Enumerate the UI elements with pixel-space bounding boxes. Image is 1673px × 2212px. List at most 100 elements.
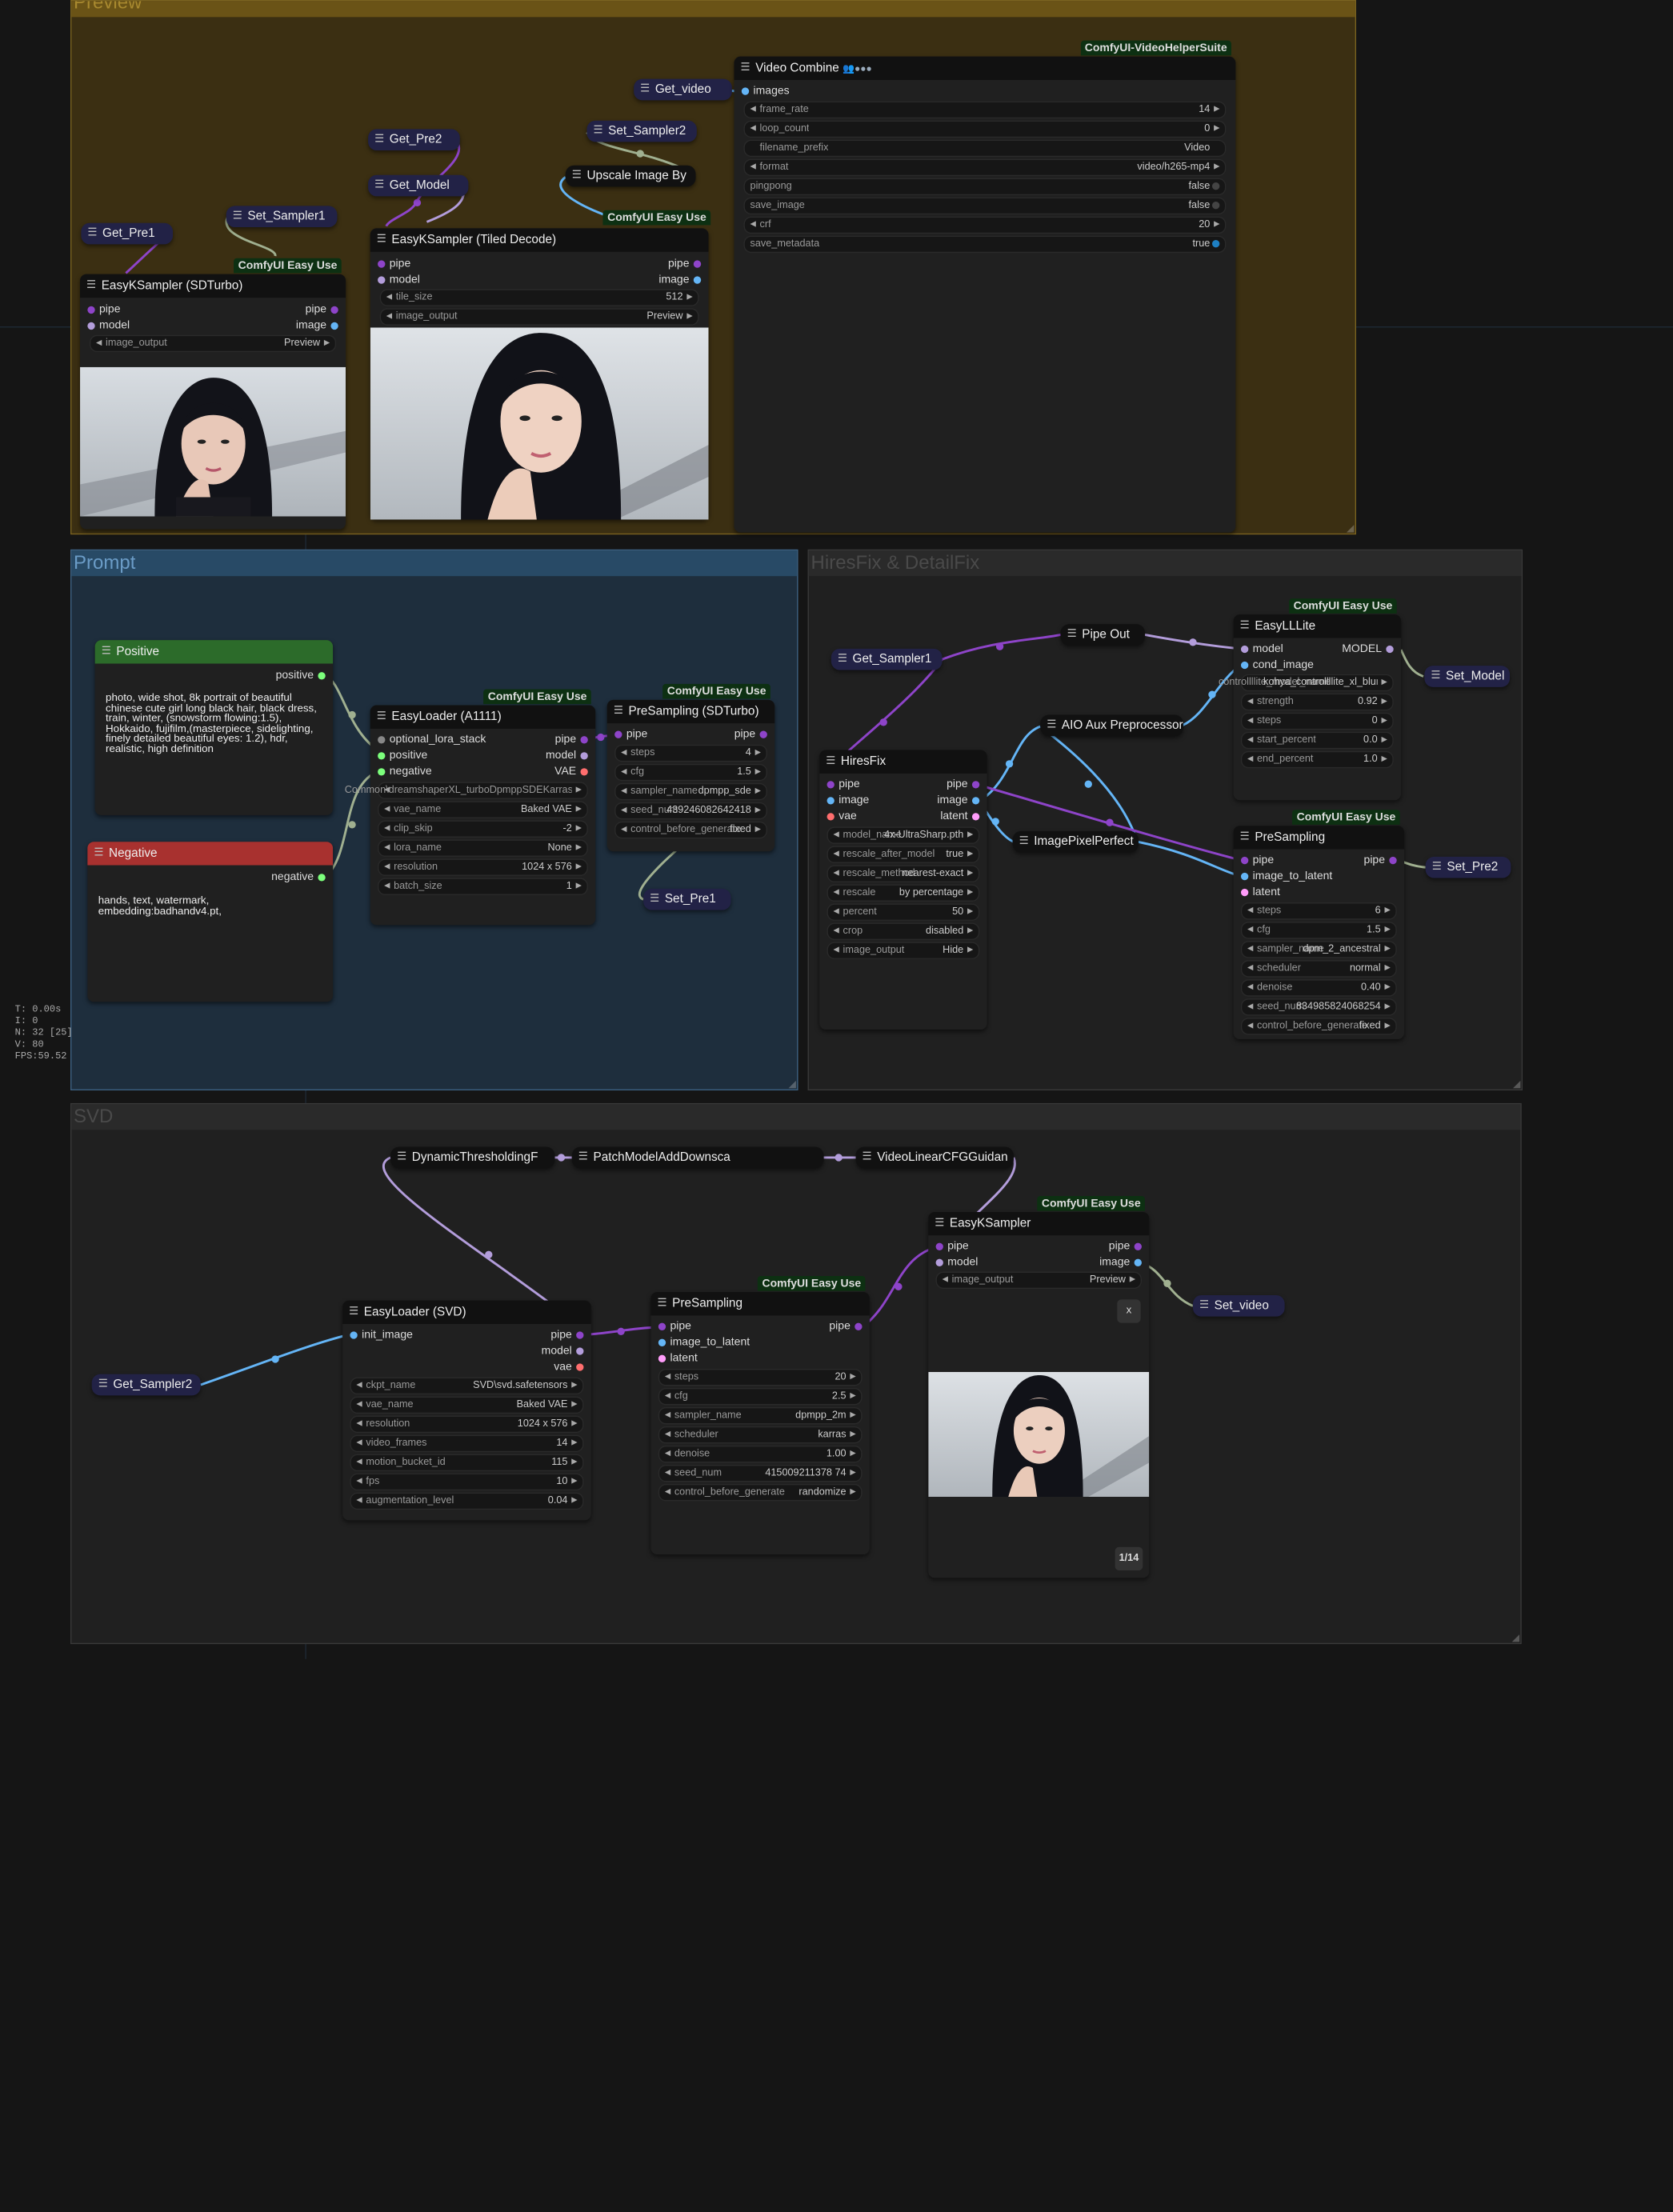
widget-denoise[interactable]: ◀ denoise 0.40 ▶: [1240, 979, 1397, 997]
output-pipe[interactable]: pipe: [555, 732, 588, 748]
output-image[interactable]: image: [1099, 1254, 1142, 1270]
node-positive[interactable]: Positive positive photo, wide shot, 8k p…: [94, 640, 334, 815]
resize-handle[interactable]: [1513, 1080, 1521, 1089]
node-easyloader-svd[interactable]: EasyLoader (SVD) init_image pipe model v…: [342, 1300, 591, 1521]
node-presampling-sdturbo[interactable]: ComfyUI Easy Use PreSampling (SDTurbo) p…: [606, 683, 775, 852]
widget-motion-bucket-id[interactable]: ◀ motion_bucket_id 115 ▶: [350, 1454, 584, 1472]
node-set-sampler2[interactable]: Set_Sampler2: [586, 120, 697, 142]
output-positive[interactable]: positive: [276, 668, 326, 684]
node-pipe-out[interactable]: Pipe Out: [1060, 624, 1145, 646]
widget-steps[interactable]: ◀ steps 20 ▶: [658, 1369, 863, 1386]
resize-handle[interactable]: [1347, 525, 1355, 533]
resize-handle[interactable]: [1511, 1634, 1520, 1642]
widget-control-before-generate[interactable]: ◀ control_before_generate fixed ▶: [1240, 1018, 1397, 1035]
node-set-sampler1[interactable]: Set_Sampler1: [226, 206, 338, 228]
input-model[interactable]: model: [87, 318, 130, 334]
input-latent[interactable]: latent: [1240, 885, 1280, 901]
widget-scheduler[interactable]: ◀ scheduler karras ▶: [658, 1426, 863, 1444]
node-set-video[interactable]: Set_video: [1192, 1294, 1285, 1317]
widget-control-before-generate[interactable]: ◀ control_before_generate randomize ▶: [658, 1484, 863, 1502]
input-model[interactable]: model: [378, 272, 420, 288]
widget-model-name[interactable]: ◀ model_name 4x-UltraSharp.pth ▶: [826, 826, 980, 844]
widget-ckpt-name[interactable]: ◀ Common\dreamshaperXL_turboDpmppSDEKarra…: [345, 782, 588, 799]
node-easyllite[interactable]: ComfyUI Easy Use EasyLLLite model cond_i…: [1219, 598, 1402, 801]
input-pipe[interactable]: pipe: [935, 1238, 969, 1254]
node-get-video[interactable]: Get_video: [634, 78, 732, 101]
widget-model-name[interactable]: controllllite_model_name kohya_controllll…: [1219, 674, 1394, 692]
node-set-model[interactable]: Set_Model: [1424, 666, 1511, 687]
widget-fps[interactable]: ◀ fps 10 ▶: [350, 1473, 584, 1491]
input-vae[interactable]: vae: [826, 809, 857, 825]
node-upscale-image-by[interactable]: Upscale Image By ComfyUI Easy Use: [565, 165, 711, 226]
node-presampling-hires[interactable]: ComfyUI Easy Use PreSampling pipe image_…: [1233, 810, 1405, 1039]
toggle-save-image[interactable]: save_image false: [743, 197, 1227, 215]
output-model[interactable]: model: [546, 748, 588, 764]
toggle-pingpong[interactable]: pingpong false: [743, 178, 1227, 196]
input-pipe[interactable]: pipe: [87, 302, 121, 318]
node-hiresfix[interactable]: HiresFix pipe image vae pipe image laten…: [819, 750, 987, 1030]
node-patch-model-add-downscale[interactable]: PatchModelAddDownsca: [571, 1146, 824, 1169]
toggle-save-metadata[interactable]: save_metadata true: [743, 235, 1227, 254]
widget-vae-name[interactable]: ◀ vae_name Baked VAE ▶: [378, 801, 588, 818]
node-get-pre1[interactable]: Get_Pre1: [81, 222, 174, 245]
node-easyksampler-tiled[interactable]: EasyKSampler (Tiled Decode) pipe model p…: [370, 228, 709, 520]
widget-image-output[interactable]: ◀ image_output Hide ▶: [826, 942, 980, 959]
widget-batch-size[interactable]: ◀ batch_size 1 ▶: [378, 878, 588, 895]
node-aio-aux-preprocessor[interactable]: AIO Aux Preprocessor: [1040, 714, 1183, 737]
widget-resolution[interactable]: ◀ resolution 1024 x 576 ▶: [378, 858, 588, 876]
node-presampling-svd[interactable]: ComfyUI Easy Use PreSampling pipe image_…: [650, 1275, 870, 1555]
widget-crf[interactable]: ◀ crf 20 ▶: [743, 216, 1227, 234]
widget-loop-count[interactable]: ◀ loop_count 0 ▶: [743, 120, 1227, 138]
input-images[interactable]: images: [741, 83, 790, 99]
input-model[interactable]: model: [935, 1254, 978, 1270]
widget-clip-skip[interactable]: ◀ clip_skip -2 ▶: [378, 820, 588, 838]
widget-tile-size[interactable]: ◀ tile_size 512 ▶: [379, 289, 699, 306]
node-set-pre1[interactable]: Set_Pre1: [643, 888, 731, 910]
node-get-sampler1[interactable]: Get_Sampler1: [830, 648, 943, 670]
output-pipe[interactable]: pipe: [829, 1318, 863, 1334]
node-video-combine[interactable]: ComfyUI-VideoHelperSuite Video Combine 👥…: [734, 40, 1236, 533]
output-image[interactable]: image: [296, 318, 338, 334]
widget-scheduler[interactable]: ◀ scheduler normal ▶: [1240, 960, 1397, 978]
widget-resolution[interactable]: ◀ resolution 1024 x 576 ▶: [350, 1415, 584, 1434]
node-easyksampler[interactable]: ComfyUI Easy Use EasyKSampler pipe model…: [928, 1195, 1150, 1578]
widget-crop[interactable]: ◀ crop disabled ▶: [826, 922, 980, 940]
input-cond-image[interactable]: cond_image: [1240, 657, 1314, 673]
prompt-textarea[interactable]: hands, text, watermark, embedding:badhan…: [98, 896, 317, 917]
widget-vae-name[interactable]: ◀ vae_name Baked VAE ▶: [350, 1396, 584, 1414]
widget-image-output[interactable]: ◀ image_output Preview ▶: [379, 308, 699, 326]
widget-sampler-name[interactable]: ◀ sampler_name dpmpp_sde ▶: [614, 782, 767, 801]
node-negative[interactable]: Negative negative hands, text, watermark…: [87, 842, 334, 1002]
widget-rescale[interactable]: ◀ rescale by percentage ▶: [826, 884, 980, 902]
output-pipe[interactable]: pipe: [550, 1327, 584, 1343]
widget-seed-num[interactable]: ◀ seed_num 439246082642418 ▶: [614, 802, 767, 820]
widget-rescale-method[interactable]: ◀ rescale_method nearest-exact ▶: [826, 865, 980, 882]
output-pipe[interactable]: pipe: [947, 777, 980, 793]
input-init-image[interactable]: init_image: [350, 1327, 413, 1343]
input-negative[interactable]: negative: [378, 764, 432, 780]
input-pipe[interactable]: pipe: [658, 1318, 691, 1334]
prompt-textarea[interactable]: photo, wide shot, 8k portrait of beautif…: [106, 693, 324, 754]
widget-lora-name[interactable]: ◀ lora_name None ▶: [378, 839, 588, 857]
output-pipe[interactable]: pipe: [306, 302, 338, 318]
output-pipe[interactable]: pipe: [1364, 853, 1397, 869]
close-preview-button[interactable]: x: [1117, 1299, 1141, 1323]
input-image[interactable]: image: [826, 793, 869, 809]
widget-image-output[interactable]: ◀ image_output Preview ▶: [90, 334, 337, 353]
widget-steps[interactable]: ◀ steps 4 ▶: [614, 744, 767, 762]
output-pipe[interactable]: pipe: [734, 726, 767, 742]
widget-filename-prefix[interactable]: filename_prefix Video: [743, 139, 1227, 158]
output-image[interactable]: image: [658, 272, 702, 288]
input-latent[interactable]: latent: [658, 1350, 698, 1366]
widget-rescale-after-model[interactable]: ◀ rescale_after_model true ▶: [826, 846, 980, 863]
widget-end-percent[interactable]: ◀ end_percent 1.0 ▶: [1240, 750, 1394, 769]
widget-image-output[interactable]: ◀ image_output Preview ▶: [935, 1271, 1142, 1289]
widget-cfg[interactable]: ◀ cfg 1.5 ▶: [1240, 922, 1397, 939]
widget-strength[interactable]: ◀ strength 0.92 ▶: [1240, 693, 1394, 711]
widget-denoise[interactable]: ◀ denoise 1.00 ▶: [658, 1446, 863, 1463]
input-pipe[interactable]: pipe: [1240, 853, 1274, 869]
node-dynamic-thresholding[interactable]: DynamicThresholdingF: [390, 1146, 555, 1169]
output-model[interactable]: MODEL: [1342, 641, 1394, 657]
node-get-sampler2[interactable]: Get_Sampler2: [91, 1374, 201, 1396]
input-image-to-latent[interactable]: image_to_latent: [658, 1334, 750, 1350]
